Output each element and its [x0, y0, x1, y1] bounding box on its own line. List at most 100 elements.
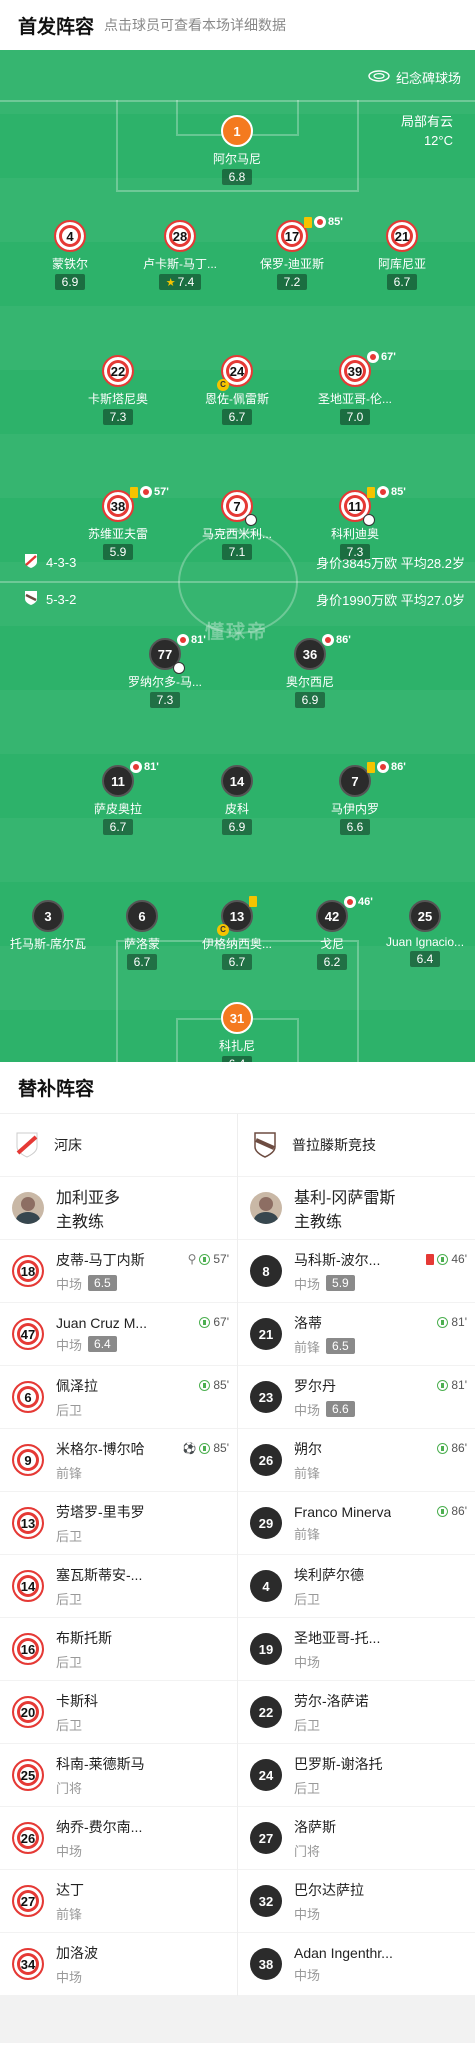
home-player-24[interactable]: 24 C 恩佐-佩雷斯 6.7 — [185, 355, 289, 426]
sub-position: 中场 — [56, 1843, 83, 1859]
jersey-number: 11 81' — [102, 761, 159, 797]
away-player-13[interactable]: 13 C 伊格纳西奥... 6.7 — [185, 896, 289, 971]
home-sub-row[interactable]: 18 皮蒂-马丁内斯 中场 6.5 ⚲ 57' — [0, 1240, 237, 1303]
home-sub-row[interactable]: 13 劳塔罗-里韦罗 后卫 — [0, 1492, 237, 1555]
home-sub-row[interactable]: 14 塞瓦斯蒂安-... 后卫 — [0, 1555, 237, 1618]
away-team-row[interactable]: 普拉滕斯竞技 — [238, 1114, 475, 1177]
player-rating: 7.3 — [102, 409, 134, 425]
home-player-11[interactable]: 11 85' 科利迪奥 7.3 — [303, 486, 407, 561]
away-sub-row[interactable]: 19 圣地亚哥-托... 中场 — [238, 1618, 475, 1681]
sub-player-name: 米格尔-博尔哈 — [56, 1440, 145, 1457]
yellow-card-icon — [367, 761, 375, 773]
away-player-14[interactable]: 14 皮科 6.9 — [185, 765, 289, 836]
sub-rating: 6.4 — [88, 1336, 117, 1352]
jersey-number: 22 — [250, 1696, 282, 1728]
jersey-number: 16 — [12, 1633, 44, 1665]
away-player-7[interactable]: 7 86' 马伊内罗 6.6 — [303, 761, 407, 836]
away-sub-row[interactable]: 38 Adan Ingenthr... 中场 — [238, 1933, 475, 1996]
jersey-number: 27 — [12, 1885, 44, 1917]
coach-name: 加利亚多 — [56, 1190, 121, 1207]
away-player-31[interactable]: 31 科扎尼 6.4 — [185, 1002, 289, 1062]
away-player-36[interactable]: 36 86' 奥尔西尼 6.9 — [258, 634, 362, 709]
player-name: 萨皮奥拉 — [93, 802, 142, 816]
jersey-number: 47 — [12, 1318, 44, 1350]
jersey-number: 27 — [250, 1822, 282, 1854]
away-sub-row[interactable]: 23 罗尔丹 中场 6.6 81' — [238, 1366, 475, 1429]
subs-title: 替补阵容 — [0, 1062, 475, 1114]
red-card-icon — [426, 1253, 435, 1265]
sub-on-icon — [437, 1442, 449, 1454]
home-player-4[interactable]: 4 蒙铁尔 6.9 — [18, 220, 122, 291]
away-player-11[interactable]: 11 81' 萨皮奥拉 6.7 — [66, 761, 170, 836]
sub-position: 中场 — [294, 1967, 321, 1983]
home-sub-row[interactable]: 47 Juan Cruz M... 中场 6.4 67' — [0, 1303, 237, 1366]
away-player-3[interactable]: 3 托马斯-席尔瓦 — [0, 900, 100, 952]
away-sub-row[interactable]: 21 洛蒂 前锋 6.5 81' — [238, 1303, 475, 1366]
sub-player-name: 巴罗斯-谢洛托 — [294, 1755, 383, 1772]
home-player-22[interactable]: 22 卡斯塔尼奥 7.3 — [66, 355, 170, 426]
home-player-1[interactable]: 1 阿尔马尼 6.8 — [185, 115, 289, 186]
sub-player-name: 皮蒂-马丁内斯 — [56, 1251, 145, 1268]
away-sub-row[interactable]: 32 巴尔达萨拉 中场 — [238, 1870, 475, 1933]
away-player-25[interactable]: 25 Juan Ignacio... 6.4 — [373, 900, 475, 968]
player-rating: 5.9 — [102, 544, 134, 560]
home-player-39[interactable]: 39 67' 圣地亚哥-伦... 7.0 — [303, 351, 407, 426]
jersey-number: 39 67' — [339, 351, 396, 387]
home-player-28[interactable]: 28 卢卡斯-马丁... ★ 7.4 — [128, 220, 232, 291]
away-player-77[interactable]: 77 81' 罗纳尔多-马... 7.3 — [113, 634, 217, 709]
sub-event: ⚲ 57' — [187, 1252, 229, 1266]
home-player-38[interactable]: 38 57' 苏维亚夫雷 5.9 — [66, 486, 170, 561]
away-coach-row[interactable]: 基利-冈萨雷斯 主教练 — [238, 1177, 475, 1240]
coach-role: 主教练 — [56, 1214, 105, 1231]
sub-rating: 6.5 — [326, 1338, 355, 1354]
jersey-number: 14 — [12, 1570, 44, 1602]
assist-icon: ⚲ — [187, 1252, 197, 1266]
player-name: 苏维亚夫雷 — [87, 527, 148, 541]
sub-position: 门将 — [294, 1843, 321, 1859]
away-player-42[interactable]: 42 46' 戈尼 6.2 — [280, 896, 384, 971]
sub-rating: 6.5 — [88, 1275, 117, 1291]
home-player-7[interactable]: 7 马克西米利... 7.1 — [185, 490, 289, 561]
coach-name: 基利-冈萨雷斯 — [294, 1190, 396, 1207]
sub-off-icon — [344, 896, 356, 908]
player-name: 托马斯-席尔瓦 — [10, 937, 86, 951]
home-sub-row[interactable]: 27 达丁 前锋 — [0, 1870, 237, 1933]
player-name: 圣地亚哥-伦... — [318, 392, 392, 406]
home-sub-row[interactable]: 34 加洛波 中场 — [0, 1933, 237, 1996]
avatar — [250, 1192, 282, 1224]
player-rating: 7.3 — [339, 544, 371, 560]
player-name: 马克西米利... — [201, 527, 272, 541]
away-sub-row[interactable]: 8 马科斯-波尔... 中场 5.9 46' — [238, 1240, 475, 1303]
away-sub-row[interactable]: 27 洛萨斯 门将 — [238, 1807, 475, 1870]
sub-event: 85' — [199, 1378, 229, 1392]
home-sub-row[interactable]: 6 佩泽拉 后卫 85' — [0, 1366, 237, 1429]
away-sub-row[interactable]: 26 朔尔 前锋 86' — [238, 1429, 475, 1492]
home-coach-row[interactable]: 加利亚多 主教练 — [0, 1177, 237, 1240]
home-sub-row[interactable]: 9 米格尔-博尔哈 前锋 ⚽ 85' — [0, 1429, 237, 1492]
river-plate-crest-icon — [14, 1130, 40, 1160]
sub-position: 中场 6.5 — [56, 1274, 145, 1293]
home-player-21[interactable]: 21 阿库尼亚 6.7 — [350, 220, 454, 291]
away-sub-row[interactable]: 24 巴罗斯-谢洛托 后卫 — [238, 1744, 475, 1807]
away-player-6[interactable]: 6 萨洛蒙 6.7 — [90, 900, 194, 971]
sub-player-name: 埃利萨尔德 — [294, 1566, 364, 1583]
jersey-number: 9 — [12, 1444, 44, 1476]
sub-player-name: 布斯托斯 — [56, 1629, 112, 1646]
home-sub-row[interactable]: 25 科南-莱德斯马 门将 — [0, 1744, 237, 1807]
player-name: 科扎尼 — [218, 1039, 255, 1053]
home-sub-row[interactable]: 20 卡斯科 后卫 — [0, 1681, 237, 1744]
star-icon: ★ — [165, 277, 176, 289]
home-team-row[interactable]: 河床 — [0, 1114, 237, 1177]
away-sub-row[interactable]: 29 Franco Minerva 前锋 86' — [238, 1492, 475, 1555]
sub-player-name: 劳尔-洛萨诺 — [294, 1692, 369, 1709]
home-sub-row[interactable]: 26 纳乔-费尔南... 中场 — [0, 1807, 237, 1870]
captain-icon: C — [217, 924, 229, 936]
sub-player-name: 科南-莱德斯马 — [56, 1755, 145, 1772]
away-sub-row[interactable]: 22 劳尔-洛萨诺 后卫 — [238, 1681, 475, 1744]
away-sub-row[interactable]: 4 埃利萨尔德 后卫 — [238, 1555, 475, 1618]
sub-minute: 86' — [391, 761, 406, 773]
home-player-17[interactable]: 17 85' 保罗-迪亚斯 7.2 — [240, 216, 344, 291]
home-sub-row[interactable]: 16 布斯托斯 后卫 — [0, 1618, 237, 1681]
sub-off-icon — [367, 351, 379, 363]
player-name: 罗纳尔多-马... — [128, 675, 202, 689]
